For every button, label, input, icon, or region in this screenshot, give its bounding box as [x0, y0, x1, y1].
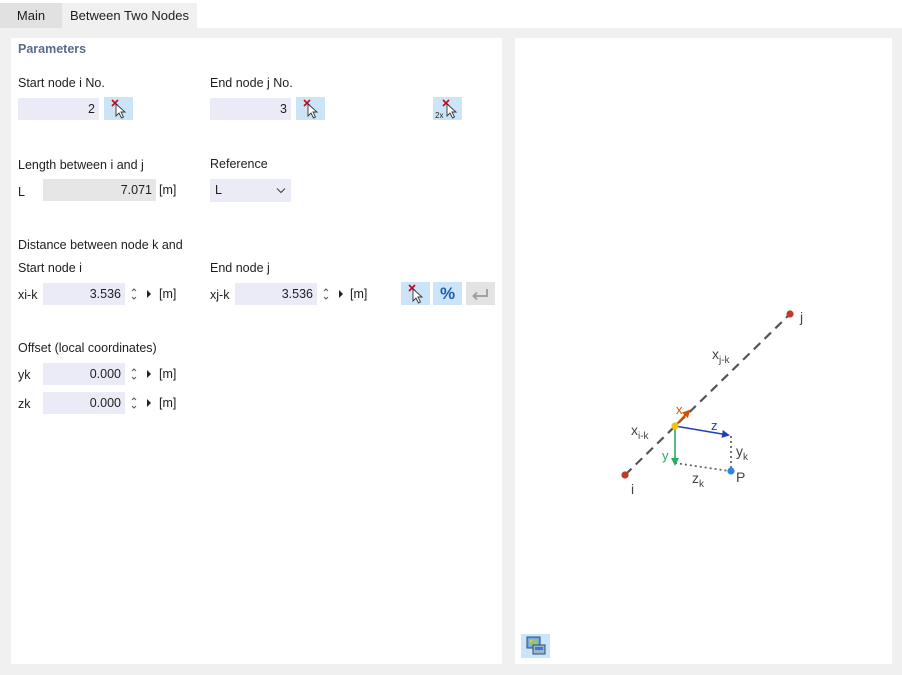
yk-unit: [m]	[159, 367, 177, 381]
zk-symbol: zk	[18, 397, 31, 411]
undo-arrow-icon	[472, 289, 488, 301]
length-field: 7.071	[43, 179, 156, 201]
yk-spinner[interactable]	[129, 363, 139, 385]
reference-label: Reference	[210, 157, 268, 171]
pick-end-node-button[interactable]	[296, 97, 325, 120]
pick-position-button[interactable]	[401, 282, 430, 305]
xj-k-unit: [m]	[350, 287, 368, 301]
xj-k-input[interactable]: 3.536	[235, 283, 317, 305]
zk-menu-arrow-icon[interactable]	[145, 392, 153, 414]
xi-k-unit: [m]	[159, 287, 177, 301]
reference-select-value: L	[215, 183, 222, 197]
end-node-input[interactable]: 3	[210, 98, 291, 120]
tab-between-two-nodes[interactable]: Between Two Nodes	[62, 3, 197, 28]
xjk-label: xj-k	[712, 346, 731, 366]
pick-node-icon	[303, 99, 319, 119]
start-node-label: Start node i No.	[18, 76, 105, 90]
zk-input[interactable]: 0.000	[43, 392, 125, 414]
export-image-button[interactable]	[521, 634, 550, 658]
distance-end-label: End node j	[210, 261, 270, 275]
zk-spinner[interactable]	[129, 392, 139, 414]
svg-text:2x: 2x	[435, 111, 443, 120]
pick-node-icon	[408, 284, 424, 304]
xi-k-spinner[interactable]	[129, 283, 139, 305]
undo-button[interactable]	[466, 282, 495, 305]
yk-input[interactable]: 0.000	[43, 363, 125, 385]
pick-two-nodes-button[interactable]: 2x	[433, 97, 462, 120]
zk-offset-line	[674, 462, 730, 472]
axis-z-arrow	[674, 425, 730, 438]
offset-label: Offset (local coordinates)	[18, 341, 157, 355]
xi-k-menu-arrow-icon[interactable]	[145, 283, 153, 305]
axis-z-label: z	[711, 418, 718, 433]
diagram-panel: i j xj-k xi-k x z y yk zk P	[515, 38, 892, 664]
zk-unit: [m]	[159, 396, 177, 410]
tab-bar: Main Between Two Nodes	[0, 0, 902, 28]
xi-k-input[interactable]: 3.536	[43, 283, 125, 305]
parameters-title: Parameters	[18, 42, 87, 56]
pick-node-icon	[111, 99, 127, 119]
distance-start-label: Start node i	[18, 261, 82, 275]
node-j-label: j	[799, 309, 803, 325]
end-node-label: End node j No.	[210, 76, 293, 90]
zk-label: zk	[692, 470, 705, 490]
member-line	[624, 313, 791, 476]
node-i-label: i	[631, 481, 634, 497]
percent-toggle-button[interactable]: %	[433, 282, 462, 305]
node-diagram: i j xj-k xi-k x z y yk zk P	[621, 309, 803, 497]
length-unit: [m]	[159, 183, 177, 197]
point-k	[671, 422, 679, 430]
start-node-input[interactable]: 2	[18, 98, 99, 120]
distance-label: Distance between node k and	[18, 238, 183, 252]
export-image-icon	[526, 636, 546, 655]
xj-k-menu-arrow-icon[interactable]	[337, 283, 345, 305]
xj-k-symbol: xj-k	[210, 288, 230, 302]
reference-select[interactable]: L	[210, 179, 291, 202]
point-p	[727, 467, 735, 475]
axis-x-label: x	[676, 402, 683, 417]
yk-symbol: yk	[18, 368, 31, 382]
xj-k-spinner[interactable]	[321, 283, 331, 305]
length-label: Length between i and j	[18, 158, 144, 172]
percent-icon: %	[439, 284, 456, 303]
xi-k-symbol: xi-k	[18, 288, 38, 302]
node-i-point	[621, 471, 629, 479]
yk-label: yk	[736, 443, 749, 463]
xik-label: xi-k	[631, 422, 650, 442]
pick-two-nodes-icon: 2x	[435, 99, 458, 120]
yk-menu-arrow-icon[interactable]	[145, 363, 153, 385]
axis-y-label: y	[662, 448, 669, 463]
parameters-panel: Parameters Start node i No. 2 End node j…	[11, 38, 502, 664]
chevron-down-icon	[275, 179, 287, 210]
node-j-point	[786, 310, 794, 318]
pick-start-node-button[interactable]	[104, 97, 133, 120]
length-symbol: L	[18, 185, 25, 199]
point-p-label: P	[736, 469, 745, 485]
tab-main[interactable]: Main	[0, 3, 62, 28]
